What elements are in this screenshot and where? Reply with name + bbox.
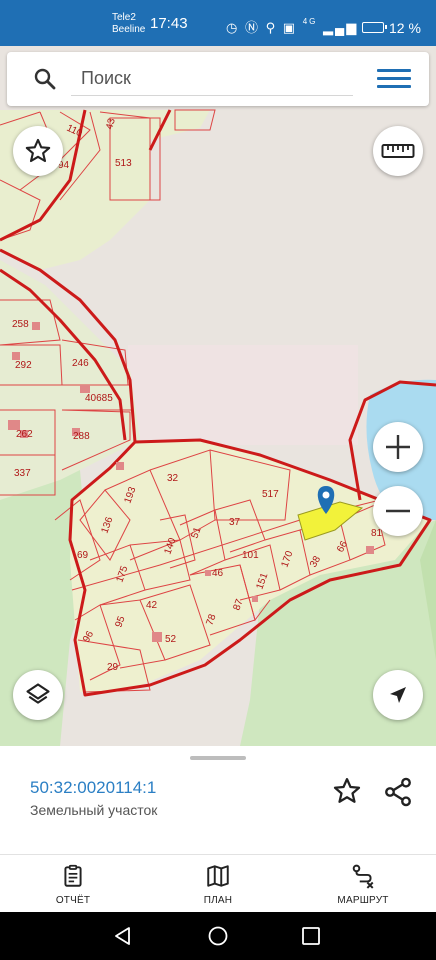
favorites-button[interactable]: [13, 126, 63, 176]
clearing-area: [128, 345, 358, 445]
battery-icon: [362, 22, 387, 33]
menu-icon[interactable]: [377, 66, 411, 92]
signal-icon: ▂▄▆: [322, 20, 359, 35]
carrier-names: Tele2 Beeline: [112, 12, 145, 36]
search-icon[interactable]: [33, 67, 57, 91]
minus-icon: [386, 509, 410, 513]
star-icon: [25, 138, 51, 163]
parcel-label: 337: [14, 468, 31, 479]
nfc-icon: Ⓝ: [244, 20, 260, 35]
sheet-drag-handle[interactable]: [190, 756, 246, 760]
nav-route[interactable]: МАРШРУТ: [308, 855, 418, 913]
parcel-label: 262: [16, 429, 33, 440]
clock: 17:43: [150, 15, 188, 32]
parcel-label: 258: [12, 319, 29, 330]
parcel-label: 246: [72, 358, 89, 369]
alarm-icon: ◷: [226, 20, 240, 35]
network-type: 4G: [302, 17, 318, 26]
zoom-out-button[interactable]: [373, 486, 423, 536]
parcel-label: 32: [167, 473, 179, 484]
status-icons: ◷ Ⓝ ⚲ ▣ 4G ▂▄▆: [226, 17, 358, 36]
bottom-navigation: ОТЧЁТ ПЛАН МАРШРУТ: [0, 854, 436, 912]
parcel-label: 101: [242, 550, 259, 561]
parcel-label: 46: [212, 568, 224, 579]
navigation-arrow-icon: [390, 687, 406, 703]
plus-icon: [386, 435, 410, 459]
parcel-label: 288: [73, 431, 90, 442]
parcel-label: 37: [229, 517, 241, 528]
nav-route-label: МАРШРУТ: [337, 895, 389, 906]
parcel-label: 69: [77, 550, 89, 561]
nav-plan-label: ПЛАН: [203, 895, 233, 906]
nav-report[interactable]: ОТЧЁТ: [18, 855, 128, 913]
map-view[interactable]: 110 43 94 513 258 292 246 40685 262 288 …: [0, 46, 436, 746]
object-info-sheet[interactable]: 50:32:0020114:1 Земельный участок: [0, 746, 436, 854]
recents-icon[interactable]: [300, 925, 322, 947]
status-bar: Tele2 Beeline 17:43 ◷ Ⓝ ⚲ ▣ 4G ▂▄▆ 12 %: [0, 0, 436, 46]
parcel-label: 29: [107, 662, 119, 673]
parcel-label: 292: [15, 360, 32, 371]
parcel-label: 52: [165, 634, 177, 645]
object-type: Земельный участок: [30, 802, 158, 818]
layers-icon: [26, 683, 50, 704]
carrier-2: Beeline: [112, 24, 146, 35]
zoom-in-button[interactable]: [373, 422, 423, 472]
map-canvas[interactable]: 110 43 94 513 258 292 246 40685 262 288 …: [0, 46, 436, 746]
parcel-label: 513: [115, 158, 132, 169]
search-input[interactable]: [71, 62, 353, 96]
add-favorite-star-icon[interactable]: [332, 776, 362, 806]
nav-plan[interactable]: ПЛАН: [163, 855, 273, 913]
location-icon: ⚲: [265, 20, 278, 35]
route-icon: [352, 864, 374, 889]
share-icon[interactable]: [382, 776, 414, 808]
home-icon[interactable]: [207, 925, 229, 947]
map-icon: [207, 865, 229, 887]
layers-button[interactable]: [13, 670, 63, 720]
measure-button[interactable]: [373, 126, 423, 176]
back-icon[interactable]: [112, 925, 134, 947]
cadastral-number[interactable]: 50:32:0020114:1: [30, 778, 156, 798]
search-bar: [7, 52, 429, 106]
carrier-1: Tele2: [112, 12, 136, 23]
volte-icon: ▣: [282, 20, 298, 35]
nav-report-label: ОТЧЁТ: [55, 895, 91, 906]
system-navigation-bar: [0, 912, 436, 960]
parcel-label: 517: [262, 489, 279, 500]
ruler-icon: [381, 144, 415, 158]
parcel-label: 42: [146, 600, 158, 611]
parcel-label: 40685: [85, 393, 113, 404]
clipboard-icon: [64, 864, 82, 887]
my-location-button[interactable]: [373, 670, 423, 720]
battery-percent: 12 %: [389, 20, 421, 36]
